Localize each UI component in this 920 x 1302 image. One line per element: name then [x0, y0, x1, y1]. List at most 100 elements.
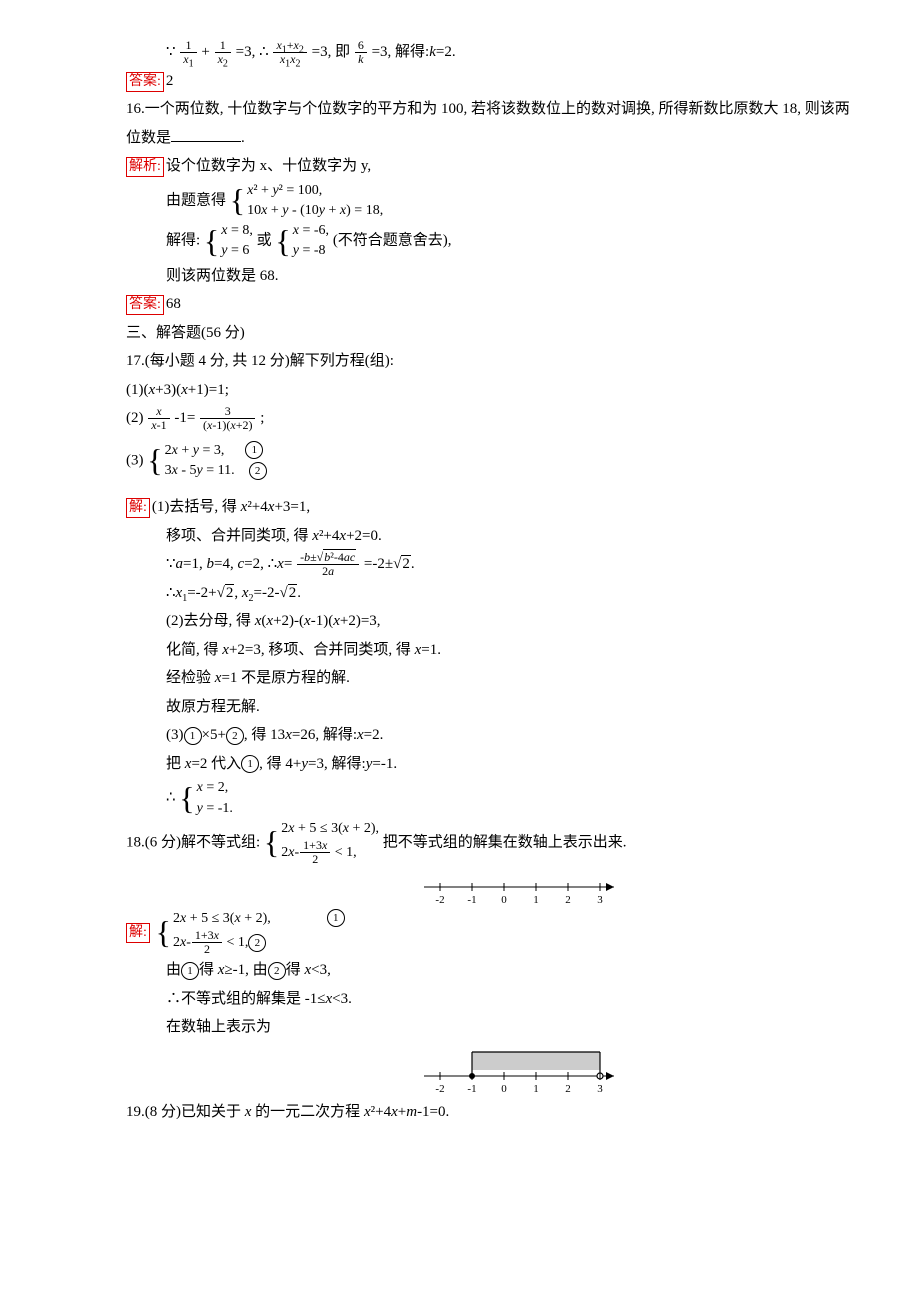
solve-intro: 解得:	[166, 233, 200, 249]
numberline-solution: -2 -1 0 1 2 3	[416, 1046, 858, 1094]
brace-lines: 2x + y = 3, 1 3x - 5y = 11. 2	[165, 441, 267, 482]
s1a: (1)去括号, 得 x²+4x+3=1,	[152, 499, 310, 515]
brace-lines: 2x + 5 ≤ 3(x + 2), 1 2x-1+3x2 < 1,2	[173, 909, 345, 957]
circled-2-icon: 2	[226, 727, 244, 745]
section3-heading: 三、解答题(56 分)	[126, 319, 858, 348]
s1c: ∵a=1, b=4, c=2, ∴x= -b±b²-4ac 2a =-2±2.	[126, 550, 858, 579]
s2d: 故原方程无解.	[126, 693, 858, 722]
q15-answer: 2	[166, 73, 174, 89]
frac-6-over-k: 6k	[355, 39, 367, 66]
s2a: (2)去分母, 得 x(x+2)-(x-1)(x+2)=3,	[126, 607, 858, 636]
q18-s2: ∴不等式组的解集是 -1≤x<3.	[126, 985, 858, 1014]
frac-1-over-x2: 1x2	[215, 39, 231, 66]
sqrt-icon: 2	[280, 579, 298, 608]
solution-label: 解:	[126, 498, 150, 518]
circled-1-icon: 1	[184, 727, 202, 745]
s1b: 移项、合并同类项, 得 x²+4x+2=0.	[126, 522, 858, 551]
frac-ineq2b: 1+3x2	[192, 929, 222, 956]
ineq1: 2x + 5 ≤ 3(x + 2),	[281, 819, 379, 839]
eq-intro: 由题意得	[166, 192, 226, 208]
q16-answer-row: 答案:68	[126, 290, 858, 319]
numberline-solution-icon: -2 -1 0 1 2 3	[416, 1046, 626, 1094]
q16-answer: 68	[166, 296, 181, 312]
therefore: ∴	[166, 790, 176, 806]
q19-stem: 19.(8 分)已知关于 x 的一元二次方程 x²+4x+m-1=0.	[126, 1098, 858, 1127]
svg-text:2: 2	[565, 894, 571, 905]
eq1: x² + y² = 100,	[247, 181, 383, 201]
p3-label: (3)	[126, 452, 144, 468]
sol2: { x = -6, y = -8	[275, 221, 329, 262]
sqrt-icon: 2	[217, 579, 235, 608]
circled-1-icon: 1	[245, 441, 263, 459]
brace-system: { x² + y² = 100, 10x + y - (10y + x) = 1…	[230, 181, 383, 222]
quadratic-formula: -b±b²-4ac 2a	[297, 551, 359, 578]
q18-post: 把不等式组的解集在数轴上表示出来.	[383, 834, 627, 850]
brace-lines: x = 2, y = -1.	[197, 778, 233, 819]
q18-solution-system: 解: { 2x + 5 ≤ 3(x + 2), 1 2x-1+3x2 < 1,2	[126, 909, 858, 957]
svg-text:2: 2	[565, 1083, 571, 1094]
brace-lines: x = -6, y = -8	[293, 221, 329, 262]
left-brace-icon: {	[156, 920, 171, 946]
left-brace-icon: {	[275, 229, 290, 255]
q18-stem: 18.(6 分)解不等式组: { 2x + 5 ≤ 3(x + 2), 2x-1…	[126, 819, 858, 867]
s3c1: x = 2,	[197, 778, 233, 798]
q18-s3: 在数轴上表示为	[126, 1013, 858, 1042]
q17-p3: (3) { 2x + y = 3, 1 3x - 5y = 11. 2	[126, 441, 858, 482]
s3a: (3)1×5+2, 得 13x=26, 解得:x=2.	[126, 721, 858, 750]
q16-solutions: 解得: { x = 8, y = 6 或 { x = -6, y = -8 (不…	[126, 221, 858, 262]
eq2: 10x + y - (10y + x) = 18,	[247, 201, 383, 221]
s2b: 化简, 得 x+2=3, 移项、合并同类项, 得 x=1.	[126, 636, 858, 665]
svg-text:1: 1	[533, 1083, 539, 1094]
q16-analysis-row: 解析:设个位数字为 x、十位数字为 y,	[126, 152, 858, 181]
sol1: { x = 8, y = 6	[204, 221, 253, 262]
text: =3, 解得:k=2.	[372, 44, 456, 60]
left-brace-icon: {	[179, 786, 194, 812]
p2-label: (2)	[126, 410, 144, 426]
s1d: ∴x1=-2+2, x2=-2-2.	[126, 579, 858, 608]
svg-text:0: 0	[501, 1083, 507, 1094]
sol1b: y = 6	[221, 241, 253, 261]
semicolon: ;	[260, 410, 264, 426]
q16-analysis-intro: 设个位数字为 x、十位数字为 y,	[166, 158, 371, 174]
answer-label: 答案:	[126, 72, 164, 92]
circled-1-icon: 1	[241, 755, 259, 773]
sol1a: x = 8,	[221, 221, 253, 241]
ineq2: 2x-1+3x2 < 1,	[281, 839, 379, 866]
circled-2-icon: 2	[249, 462, 267, 480]
s3c: ∴ { x = 2, y = -1.	[126, 778, 858, 819]
svg-text:0: 0	[501, 894, 507, 905]
s2c: 经检验 x=1 不是原方程的解.	[126, 664, 858, 693]
circled-2-icon: 2	[248, 934, 266, 952]
final-system: { x = 2, y = -1.	[179, 778, 233, 819]
q18-s1: 由1得 x≥-1, 由2得 x<3,	[126, 956, 858, 985]
q17-p1: (1)(x+3)(x+1)=1;	[126, 376, 858, 405]
q16-conclusion: 则该两位数是 68.	[126, 262, 858, 291]
q16-equations: 由题意得 { x² + y² = 100, 10x + y - (10y + x…	[126, 181, 858, 222]
svg-text:-2: -2	[435, 894, 444, 905]
q19-number: 19.	[126, 1104, 145, 1120]
ineq-system: { 2x + 5 ≤ 3(x + 2), 2x-1+3x2 < 1,	[264, 819, 379, 867]
circled-2-icon: 2	[268, 962, 286, 980]
period: .	[241, 130, 245, 146]
svg-text:-2: -2	[435, 1083, 444, 1094]
sqrt-icon: b²-4ac	[317, 551, 357, 564]
q19-text: (8 分)已知关于 x 的一元二次方程 x²+4x+m-1=0.	[145, 1104, 450, 1120]
circled-1-icon: 1	[327, 909, 345, 927]
analysis-label: 解析:	[126, 157, 164, 177]
text: ∵	[166, 44, 176, 60]
text: +	[201, 44, 209, 60]
brace-lines: x² + y² = 100, 10x + y - (10y + x) = 18,	[247, 181, 383, 222]
svg-text:3: 3	[597, 894, 603, 905]
q16-number: 16.	[126, 101, 145, 117]
sol2a: x = -6,	[293, 221, 329, 241]
left-brace-icon: {	[147, 448, 162, 474]
or: 或	[257, 233, 272, 249]
mid: -1=	[174, 410, 195, 426]
p3-eq2: 3x - 5y = 11. 2	[165, 461, 267, 481]
q18-number: 18.	[126, 834, 145, 850]
q15-answer-row: 答案:2	[126, 67, 858, 96]
circled-1-icon: 1	[181, 962, 199, 980]
answer-blank	[171, 127, 241, 142]
answer-label: 答案:	[126, 295, 164, 315]
numberline-icon: -2 -1 0 1 2 3	[416, 871, 626, 905]
